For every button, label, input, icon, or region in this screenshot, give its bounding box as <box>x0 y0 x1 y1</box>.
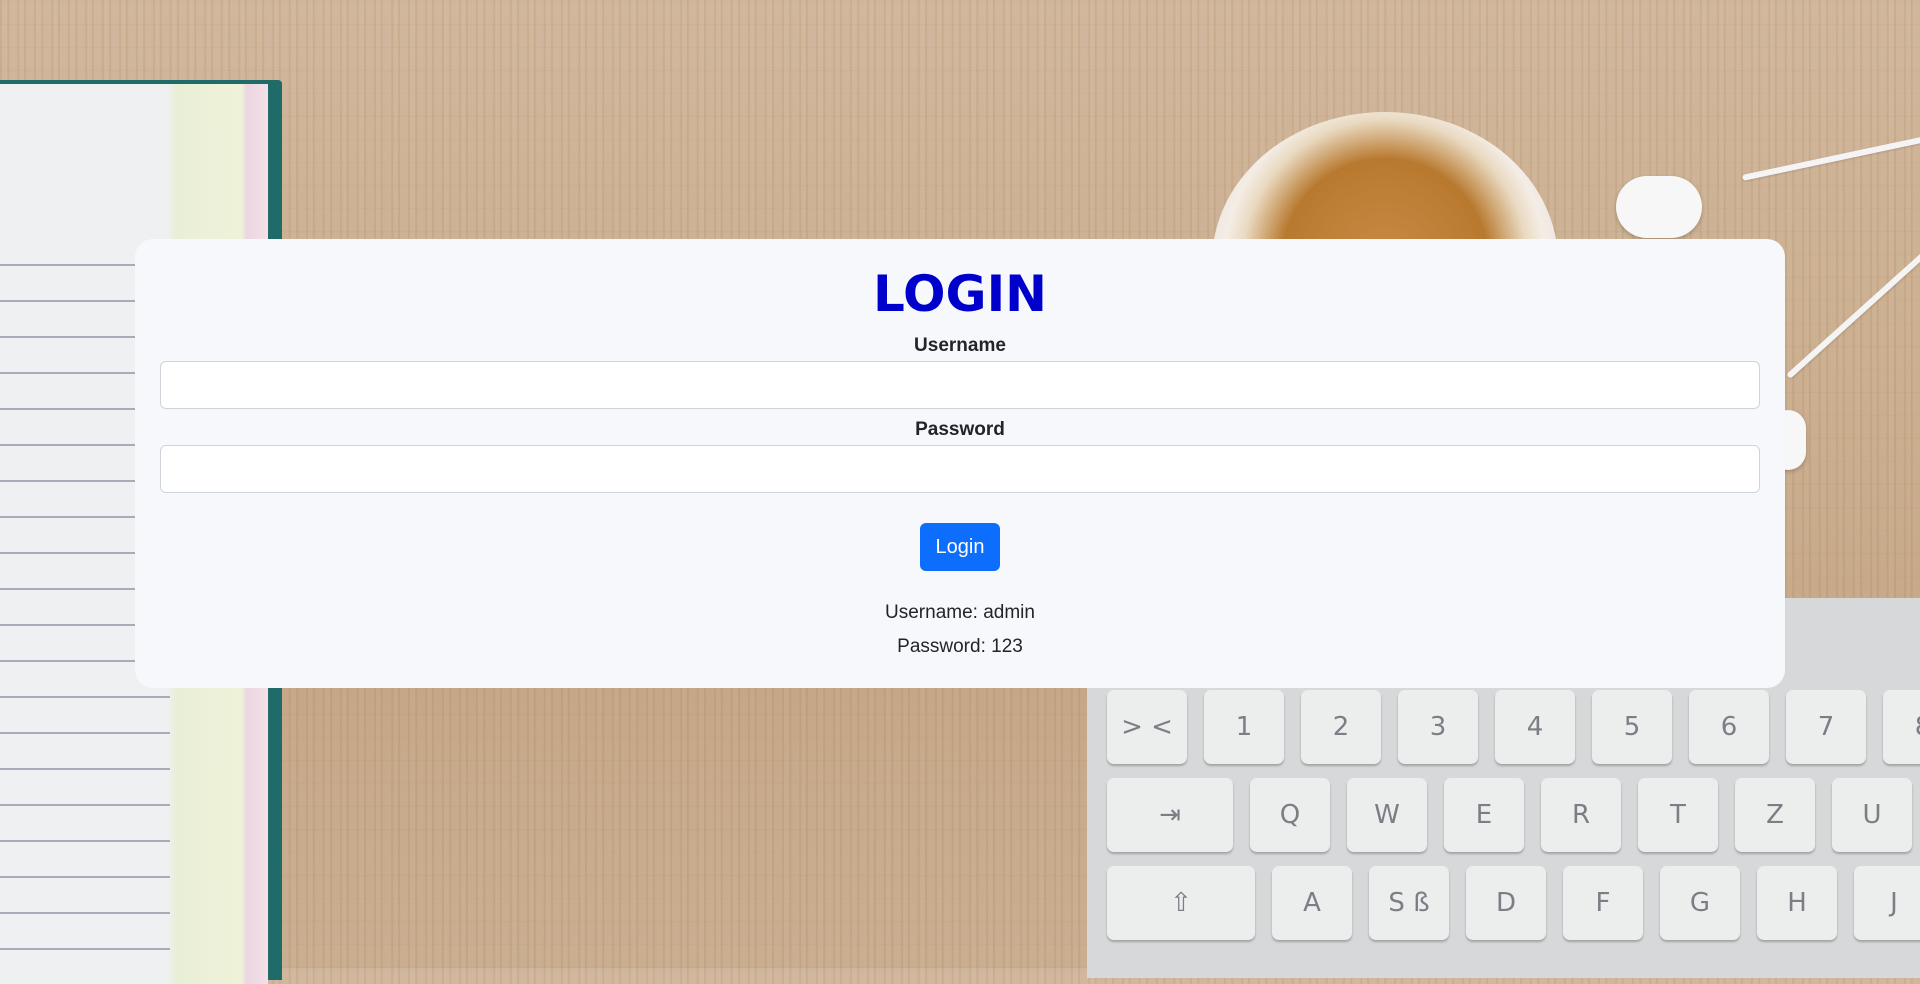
keyboard-key: 1 <box>1204 690 1284 764</box>
keyboard-key: J <box>1854 866 1920 940</box>
keyboard-key: 7 <box>1786 690 1866 764</box>
keyboard-key: > < <box>1107 690 1187 764</box>
keyboard-key: Q <box>1250 778 1330 852</box>
earphone-wire <box>1741 125 1920 181</box>
username-label: Username <box>914 335 1006 356</box>
login-card: LOGIN Username Password Login Username: … <box>135 239 1785 688</box>
keyboard-key: 3 <box>1398 690 1478 764</box>
password-hint: Password: 123 <box>897 636 1023 657</box>
password-label: Password <box>915 419 1005 440</box>
page-title: LOGIN <box>872 265 1048 323</box>
keyboard-key: 5 <box>1592 690 1672 764</box>
keyboard-key: W <box>1347 778 1427 852</box>
earphone-bud <box>1616 176 1702 238</box>
keyboard-key: 4 <box>1495 690 1575 764</box>
keyboard-key: U <box>1832 778 1912 852</box>
keyboard-key: Z <box>1735 778 1815 852</box>
username-hint: Username: admin <box>885 602 1035 623</box>
keyboard-key: G <box>1660 866 1740 940</box>
keyboard-key: S ß <box>1369 866 1449 940</box>
keyboard-key: R <box>1541 778 1621 852</box>
keyboard-key: 6 <box>1689 690 1769 764</box>
keyboard-key: F <box>1563 866 1643 940</box>
keyboard-key: ⇥ <box>1107 778 1233 852</box>
keyboard-key: E <box>1444 778 1524 852</box>
keyboard-key: 2 <box>1301 690 1381 764</box>
keyboard-key: D <box>1466 866 1546 940</box>
keyboard-key: 8 <box>1883 690 1920 764</box>
keyboard-key: ⇧ <box>1107 866 1255 940</box>
keyboard-key: A <box>1272 866 1352 940</box>
password-input[interactable] <box>160 445 1760 493</box>
keyboard-key: T <box>1638 778 1718 852</box>
username-input[interactable] <box>160 361 1760 409</box>
earphone-wire-lower <box>1786 227 1920 379</box>
keyboard-key: H <box>1757 866 1837 940</box>
login-button[interactable]: Login <box>919 523 1001 571</box>
